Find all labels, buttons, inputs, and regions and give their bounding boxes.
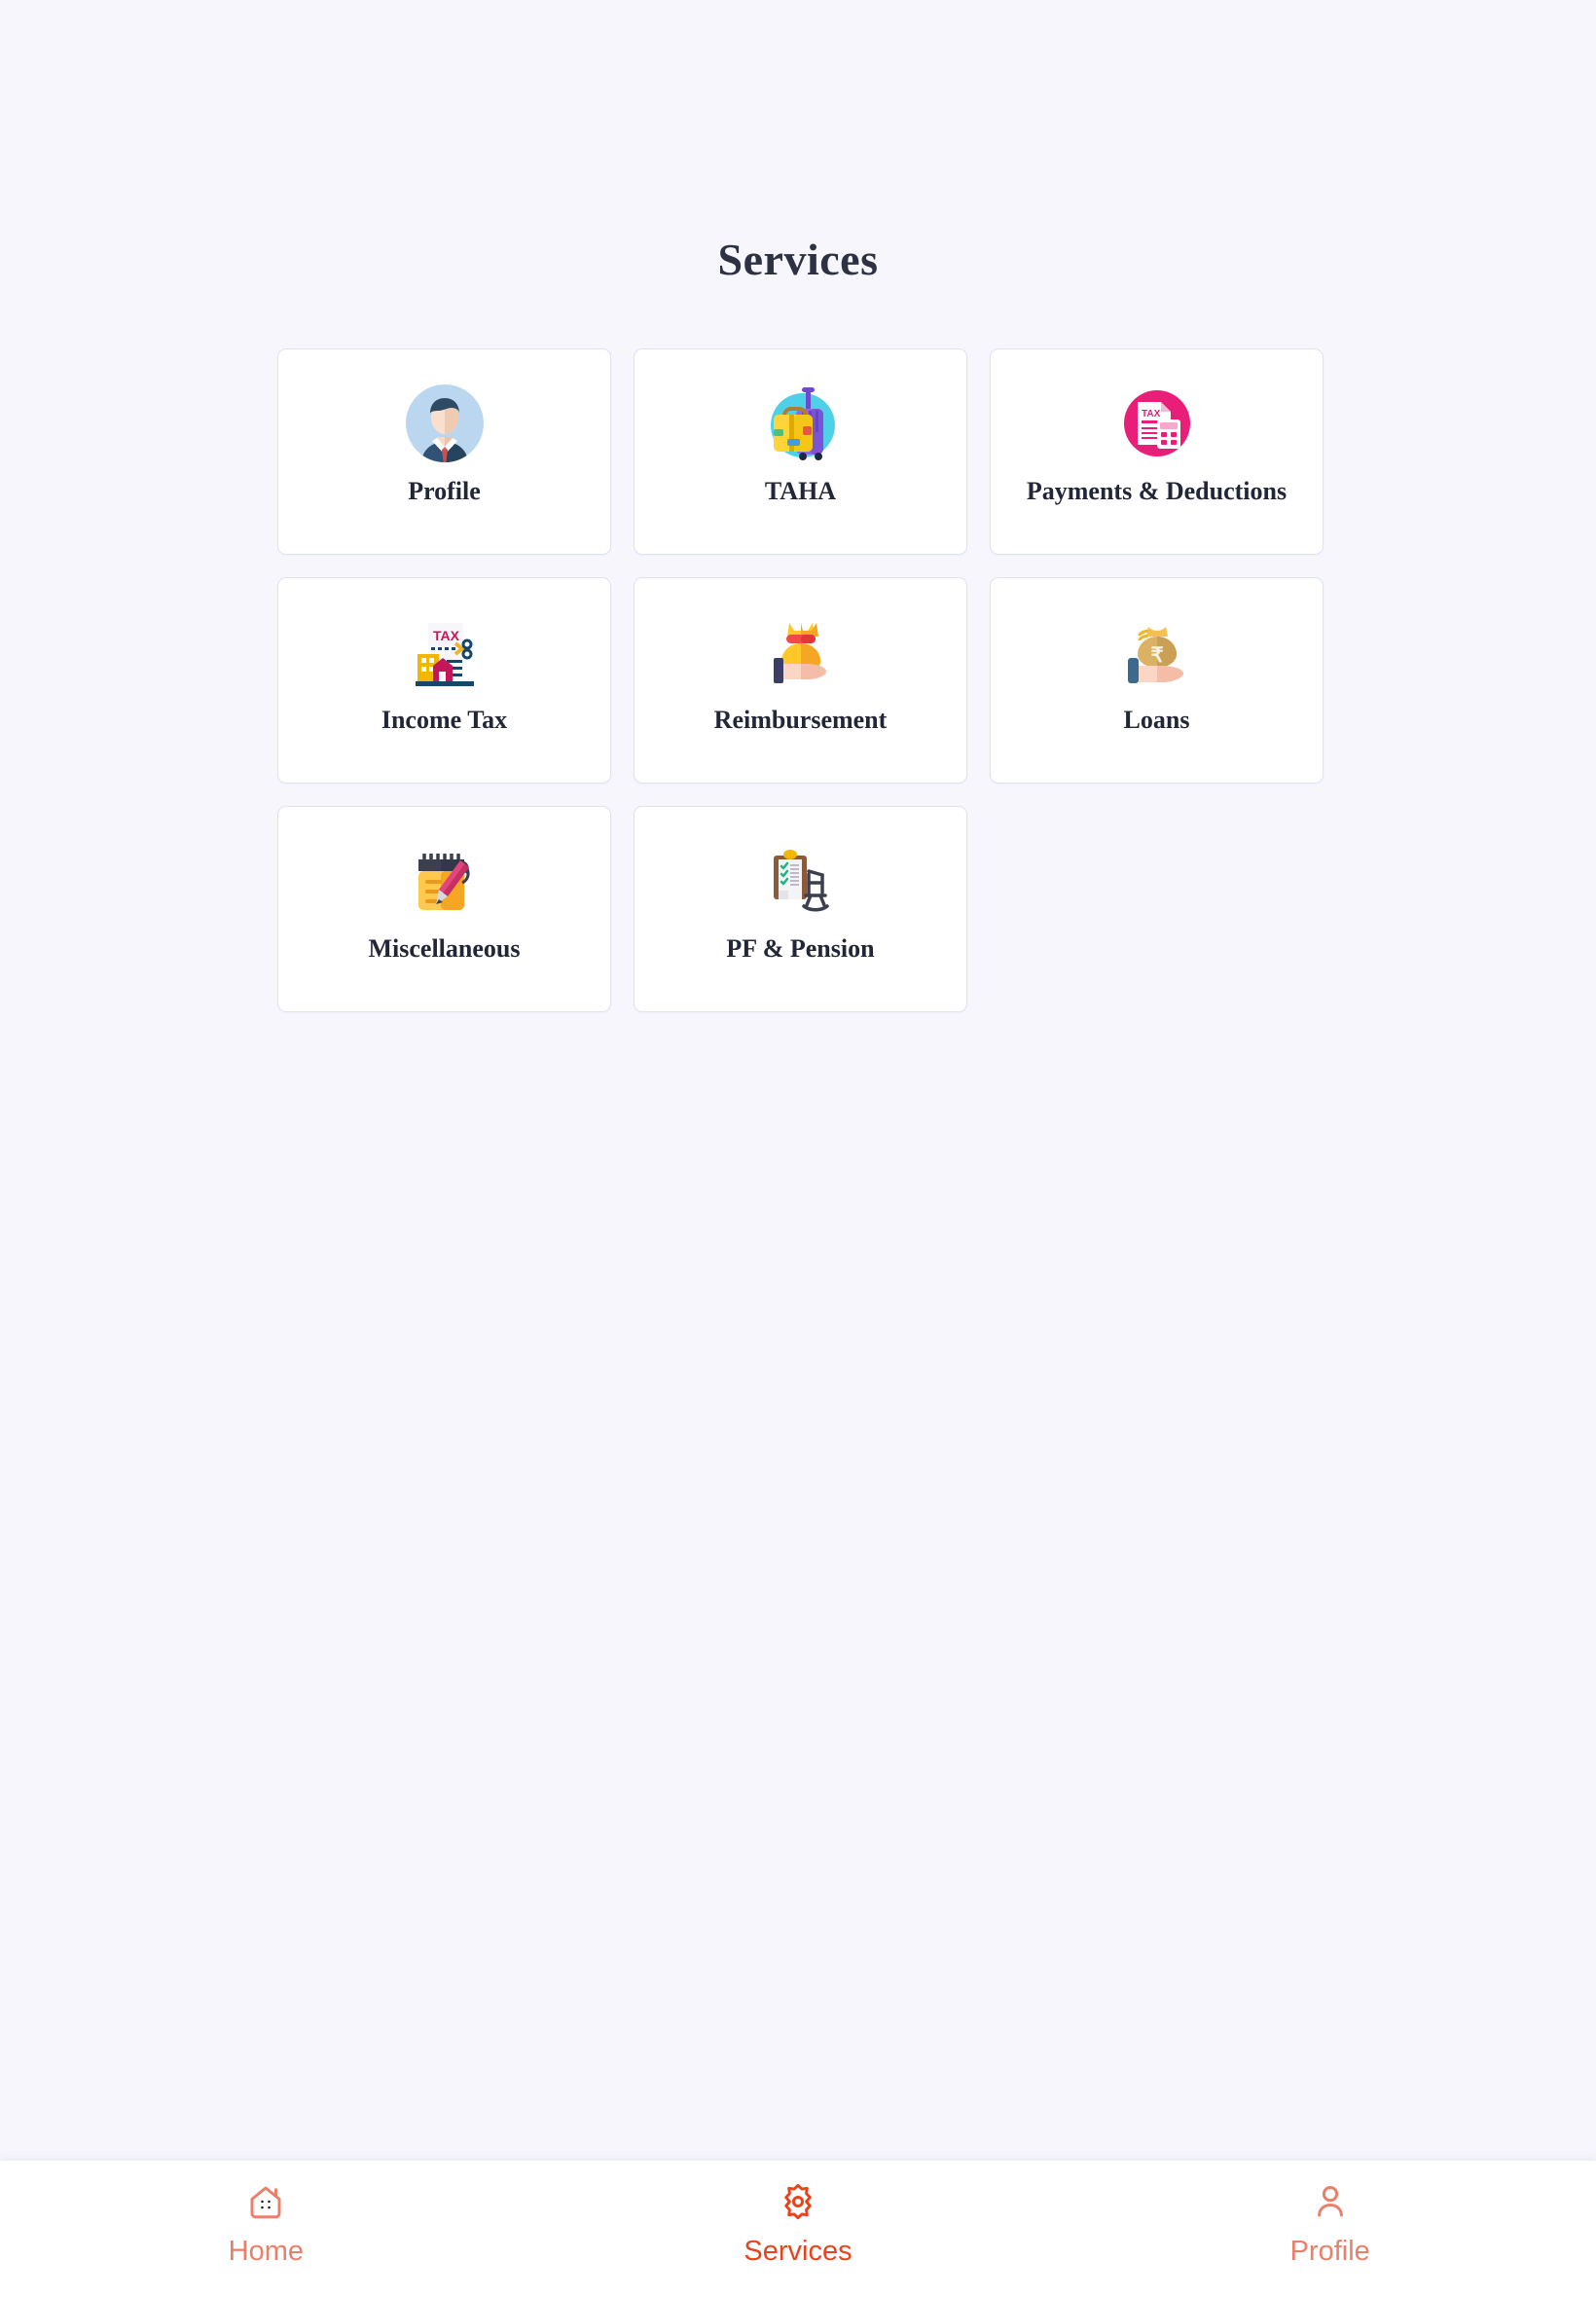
luggage-icon [760, 383, 842, 464]
service-card-income-tax[interactable]: TAX Income Tax [277, 577, 611, 784]
service-card-label: TAHA [764, 477, 837, 505]
service-card-pf-pension[interactable]: PF & Pension [634, 806, 967, 1012]
hand-money-bag-icon [760, 611, 842, 693]
tax-calculator-icon: TAX [1116, 383, 1198, 464]
service-card-payments-deductions[interactable]: TAX Payments & Deductions [990, 348, 1324, 555]
svg-text:TAX: TAX [1142, 409, 1161, 419]
service-card-label: Profile [408, 477, 481, 505]
nav-label-home: Home [228, 2235, 305, 2267]
services-grid: Profile TAHA TAX Payments & Deductions T… [277, 348, 1324, 1012]
svg-text:TAX: TAX [433, 628, 460, 643]
home-icon [250, 2186, 281, 2218]
service-card-loans[interactable]: ₹ Loans [990, 577, 1324, 784]
clipboard-rockingchair-icon [760, 840, 842, 922]
service-card-reimbursement[interactable]: Reimbursement [634, 577, 967, 784]
service-card-label: PF & Pension [726, 934, 875, 963]
bottom-navigation: Home Services Profile [0, 2161, 1596, 2297]
nav-item-profile[interactable]: Profile [1064, 2161, 1596, 2297]
page-title: Services [717, 235, 879, 284]
nav-label-services: Services [744, 2235, 852, 2267]
person-icon [1317, 2185, 1343, 2216]
hand-rupee-bag-icon: ₹ [1116, 611, 1198, 693]
service-card-miscellaneous[interactable]: Miscellaneous [277, 806, 611, 1012]
nav-item-services[interactable]: Services [532, 2161, 1065, 2297]
service-card-label: Reimbursement [713, 706, 888, 734]
svg-text:₹: ₹ [1150, 644, 1163, 667]
nav-label-profile: Profile [1289, 2235, 1370, 2267]
service-card-label: Income Tax [381, 706, 508, 734]
tax-document-scissors-icon: TAX [404, 611, 486, 693]
service-card-label: Miscellaneous [368, 934, 521, 963]
service-card-profile[interactable]: Profile [277, 348, 611, 555]
nav-item-home[interactable]: Home [0, 2161, 532, 2297]
service-card-taha[interactable]: TAHA [634, 348, 967, 555]
notepad-pen-icon [404, 840, 486, 922]
services-screen: Services Profile TAHA TAX Payments & Ded… [0, 0, 1596, 2297]
gear-icon [784, 2183, 812, 2219]
service-card-label: Loans [1123, 706, 1190, 734]
service-card-label: Payments & Deductions [1026, 477, 1288, 505]
businessman-avatar-icon [404, 383, 486, 464]
